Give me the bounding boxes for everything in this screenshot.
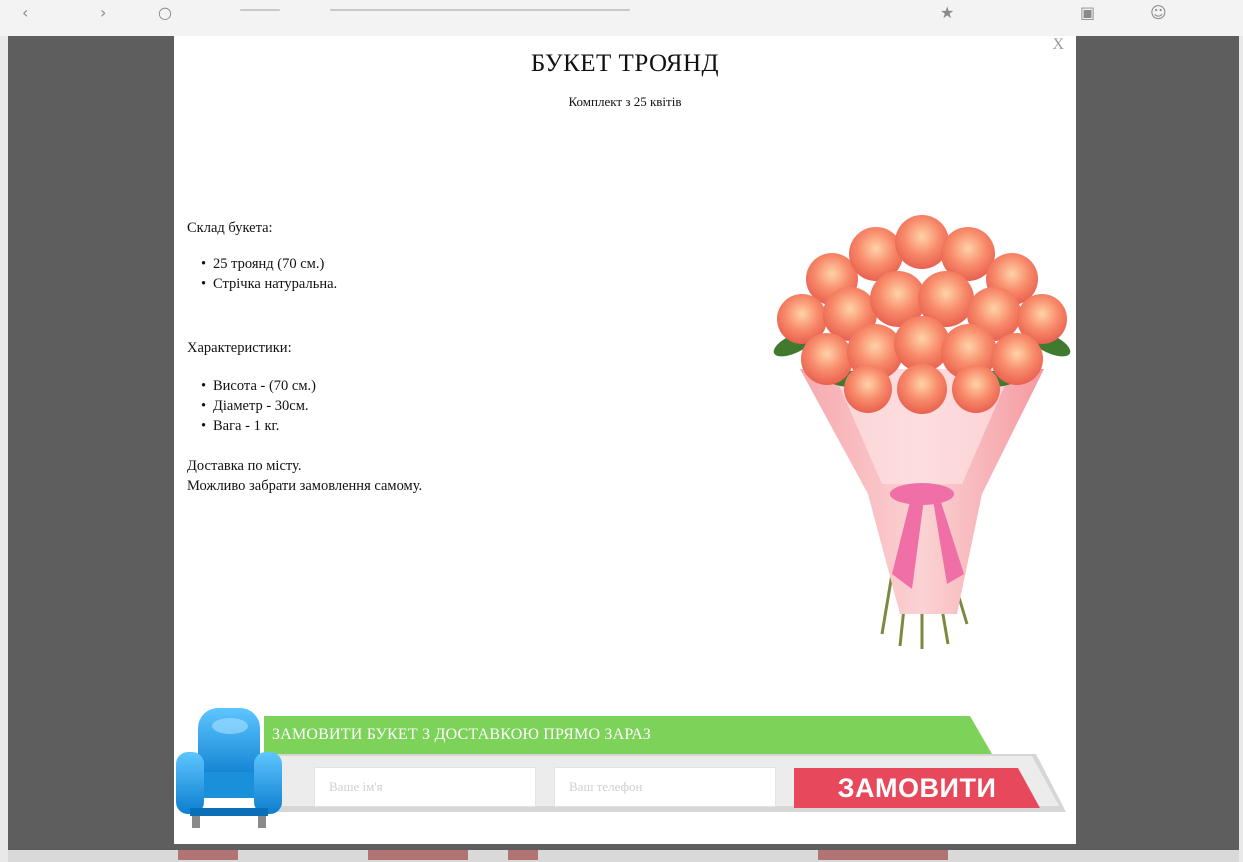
page-bottom-strip <box>8 850 1239 862</box>
list-item: Вага - 1 кг. <box>201 416 447 436</box>
browser-toolbar: ‹ › ○ ★ ▣ ☺ <box>0 0 1243 36</box>
forward-icon[interactable]: › <box>100 5 106 21</box>
list-item: Висота - (70 см.) <box>201 376 447 396</box>
list-item: Стрічка натуральна. <box>201 274 447 294</box>
product-subtitle: Комплект з 25 квітів <box>568 94 682 109</box>
product-title: БУКЕТ ТРОЯНД <box>530 50 720 77</box>
characteristics-list: Висота - (70 см.) Діаметр - 30см. Вага -… <box>187 376 447 436</box>
composition-heading: Склад букета: <box>187 220 273 236</box>
delivery-line-1: Доставка по місту. <box>187 458 302 474</box>
bouquet-image <box>773 215 1071 649</box>
delivery-info: Доставка по місту. Можливо забрати замов… <box>187 456 427 496</box>
order-banner-text: ЗАМОВИТИ БУКЕТ З ДОСТАВКОЮ ПРЯМО ЗАРАЗ <box>272 726 651 743</box>
address-bar[interactable] <box>240 9 280 11</box>
order-submit-label[interactable]: ЗАМОВИТИ <box>794 768 1040 808</box>
composition-list: 25 троянд (70 см.) Стрічка натуральна. <box>187 254 447 294</box>
profile-icon[interactable]: ☺ <box>1150 5 1167 21</box>
bookmark-star-icon[interactable]: ★ <box>940 5 954 21</box>
product-modal: X БУКЕТ ТРОЯНД Комплект з 25 квітів Скла… <box>174 36 1076 844</box>
armchair-icon <box>176 708 282 828</box>
list-item: 25 троянд (70 см.) <box>201 254 447 274</box>
name-input[interactable]: Ваше ім'я <box>314 767 536 807</box>
delivery-line-2: Можливо забрати замовлення самому. <box>187 478 423 494</box>
back-icon[interactable]: ‹ <box>22 5 28 21</box>
product-description: Склад букета: 25 троянд (70 см.) Стрічка… <box>187 218 447 496</box>
characteristics-heading: Характеристики: <box>187 340 292 356</box>
address-bar-text <box>330 9 630 11</box>
collections-icon[interactable]: ▣ <box>1080 5 1095 21</box>
reload-icon[interactable]: ○ <box>158 5 172 21</box>
phone-input[interactable]: Ваш телефон <box>554 767 776 807</box>
list-item: Діаметр - 30см. <box>201 396 447 416</box>
